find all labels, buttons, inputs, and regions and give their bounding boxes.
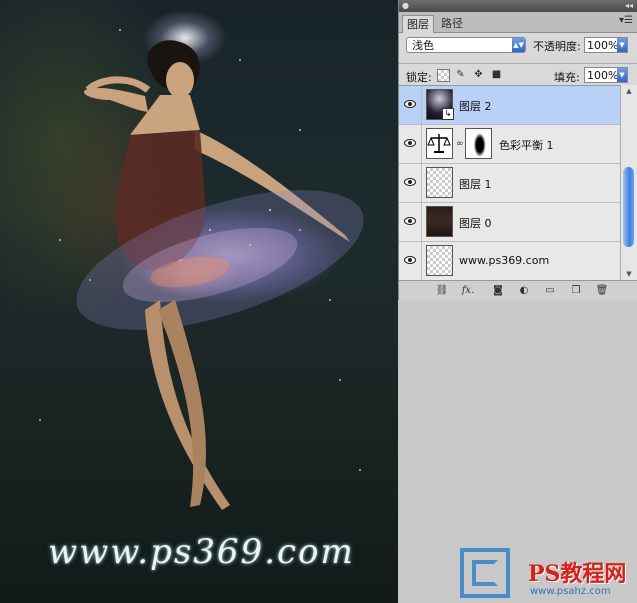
chevron-down-icon[interactable]: ▼ [617, 38, 627, 52]
clip-arrow-icon: ↳ [442, 108, 454, 120]
layer-thumbnail [426, 167, 453, 198]
scroll-up-icon[interactable]: ▲ [624, 87, 634, 95]
mask-icon[interactable]: ◙ [491, 284, 505, 298]
eye-icon [404, 217, 416, 225]
lock-row: 锁定: ✎ ✥ ■ 填充: 100% ▼ [399, 63, 637, 86]
panel-title-bar: ● ◂◂ [399, 0, 637, 12]
layer-name: 图层 0 [459, 217, 492, 230]
layer-thumbnail [426, 206, 453, 237]
layer-name: 色彩平衡 1 [499, 139, 554, 152]
eye-icon [404, 100, 416, 108]
lock-move-icon[interactable]: ✥ [473, 69, 484, 80]
blend-row: 浅色 ▲▼ 不透明度: 100% ▼ [399, 35, 637, 57]
close-icon[interactable]: ● [402, 2, 409, 10]
balance-adjustment-icon [426, 128, 453, 159]
fill-value: 100% [587, 69, 619, 82]
watermark-text: www.ps369.com [48, 532, 355, 572]
chevron-down-icon[interactable]: ▼ [617, 68, 627, 82]
opacity-value: 100% [587, 39, 619, 52]
collapse-icon[interactable]: ◂◂ [625, 1, 633, 11]
dancer-illustration [39, 29, 364, 510]
logo-url: www.psahz.com [530, 586, 611, 597]
visibility-toggle[interactable] [399, 242, 422, 280]
eye-icon [404, 178, 416, 186]
fx-icon[interactable]: fx. [461, 284, 475, 298]
layer-name: 图层 1 [459, 178, 492, 191]
lock-brush-icon[interactable]: ✎ [455, 69, 466, 80]
site-logo: PS教程网 www.psahz.com [460, 548, 637, 603]
scroll-thumb[interactable] [623, 167, 634, 247]
tab-paths[interactable]: 路径 [437, 15, 467, 32]
group-icon[interactable]: ▭ [543, 284, 557, 298]
tab-layers[interactable]: 图层 [402, 15, 434, 33]
eye-icon [404, 256, 416, 264]
link-icon[interactable]: ⛓ [435, 284, 449, 298]
layer-mask-thumbnail [465, 128, 492, 159]
layer-row[interactable]: 图层 0 [399, 203, 620, 242]
logo-text: PS教程网 [528, 561, 627, 587]
visibility-toggle[interactable] [399, 164, 422, 202]
blend-mode-select[interactable]: 浅色 ▲▼ [406, 37, 526, 53]
layer-thumbnail [426, 245, 453, 276]
blend-mode-value: 浅色 [412, 39, 434, 52]
trash-icon[interactable]: 🗑 [595, 284, 609, 298]
layer-row[interactable]: ↳ 图层 2 [399, 86, 620, 125]
layer-list: ↳ 图层 2 ∞ 色彩平衡 1 图层 1 图层 0 www.ps369.com [399, 85, 620, 281]
fill-label: 填充: [554, 71, 580, 84]
visibility-toggle[interactable] [399, 203, 422, 241]
layer-list-scrollbar[interactable]: ▲ ▼ [620, 85, 637, 280]
eye-icon [404, 139, 416, 147]
layer-name: 图层 2 [459, 100, 492, 113]
layer-row[interactable]: ∞ 色彩平衡 1 [399, 125, 620, 164]
visibility-toggle[interactable] [399, 86, 422, 124]
layers-panel: ● ◂◂ 图层 路径 ▾☰ 浅色 ▲▼ 不透明度: 100% ▼ 锁定: ✎ ✥… [398, 0, 637, 301]
layer-row[interactable]: 图层 1 [399, 164, 620, 203]
logo-emblem [460, 548, 510, 598]
panel-menu-icon[interactable]: ▾☰ [619, 15, 633, 26]
panel-tabs: 图层 路径 ▾☰ [399, 12, 637, 33]
lock-label: 锁定: [406, 71, 432, 84]
layer-name: www.ps369.com [459, 254, 550, 267]
opacity-label: 不透明度: [533, 40, 581, 53]
layer-row[interactable]: www.ps369.com [399, 242, 620, 281]
chain-link-icon[interactable]: ∞ [456, 139, 464, 149]
scroll-down-icon[interactable]: ▼ [624, 270, 634, 278]
adjustment-icon[interactable]: ◐ [517, 284, 531, 298]
lock-transparency-icon[interactable] [437, 69, 450, 82]
lock-all-icon[interactable]: ■ [491, 69, 502, 80]
chevron-updown-icon: ▲▼ [512, 38, 525, 52]
canvas-artwork: www.ps369.com [0, 0, 398, 603]
new-layer-icon[interactable]: ❐ [569, 284, 583, 298]
panel-bottom-toolbar: ⛓ fx. ◙ ◐ ▭ ❐ 🗑 [399, 280, 637, 301]
fill-field[interactable]: 100% ▼ [584, 67, 628, 83]
visibility-toggle[interactable] [399, 125, 422, 163]
opacity-field[interactable]: 100% ▼ [584, 37, 628, 53]
